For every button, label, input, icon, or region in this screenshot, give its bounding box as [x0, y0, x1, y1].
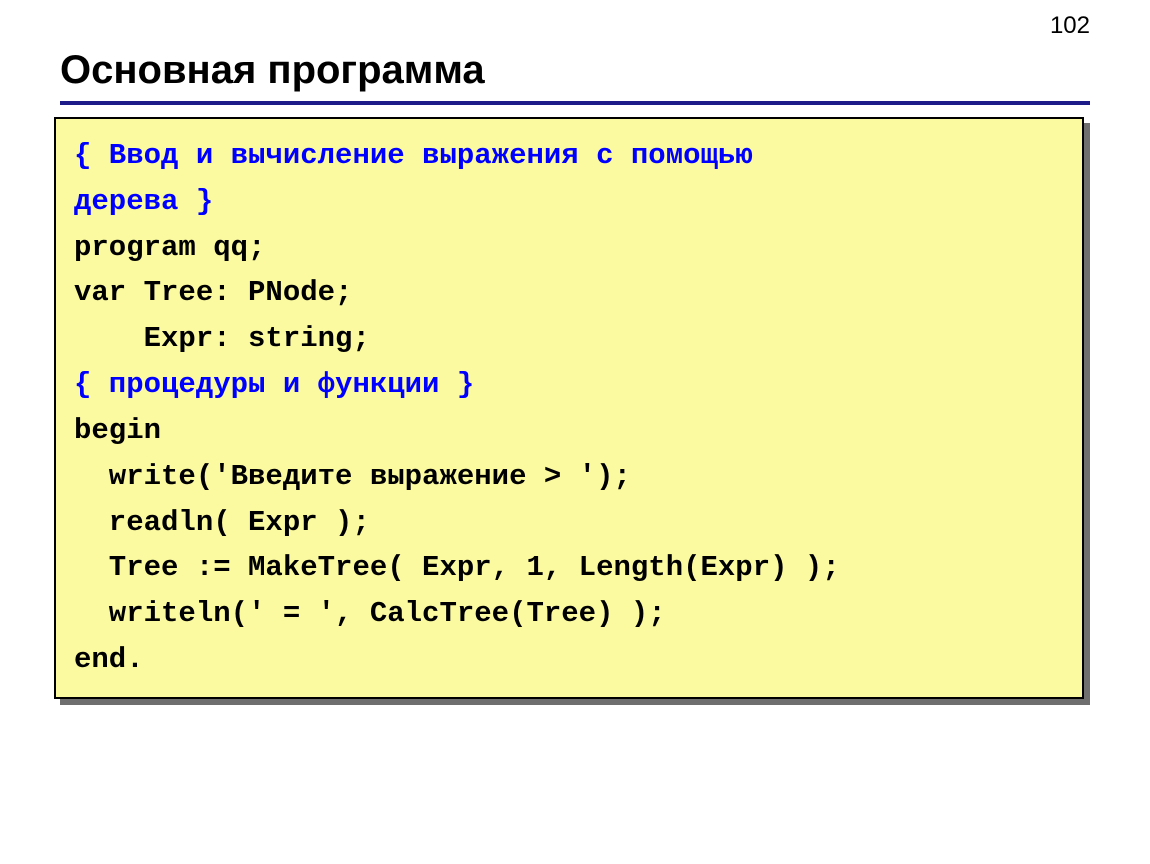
code-line: end.	[74, 643, 144, 676]
code-line: var Tree: PNode;	[74, 276, 352, 309]
code-comment: { процедуры и функции }	[74, 368, 474, 401]
code-line: begin	[74, 414, 161, 447]
code-block: { Ввод и вычисление выражения с помощью …	[54, 117, 1084, 699]
code-shadow: { Ввод и вычисление выражения с помощью …	[60, 123, 1090, 705]
code-comment: { Ввод и вычисление выражения с помощью	[74, 139, 753, 172]
page-number: 102	[1050, 12, 1090, 40]
code-line: program qq;	[74, 231, 265, 264]
code-line: Expr: string;	[74, 322, 370, 355]
code-line: write('Введите выражение > ');	[74, 460, 631, 493]
slide-title: Основная программа	[60, 48, 1090, 93]
code-line: writeln(' = ', CalcTree(Tree) );	[74, 597, 666, 630]
code-line: Tree := MakeTree( Expr, 1, Length(Expr) …	[74, 551, 840, 584]
code-line: readln( Expr );	[74, 506, 370, 539]
title-underline	[60, 101, 1090, 105]
code-comment: дерева }	[74, 185, 213, 218]
slide: 102 Основная программа { Ввод и вычислен…	[0, 0, 1150, 864]
